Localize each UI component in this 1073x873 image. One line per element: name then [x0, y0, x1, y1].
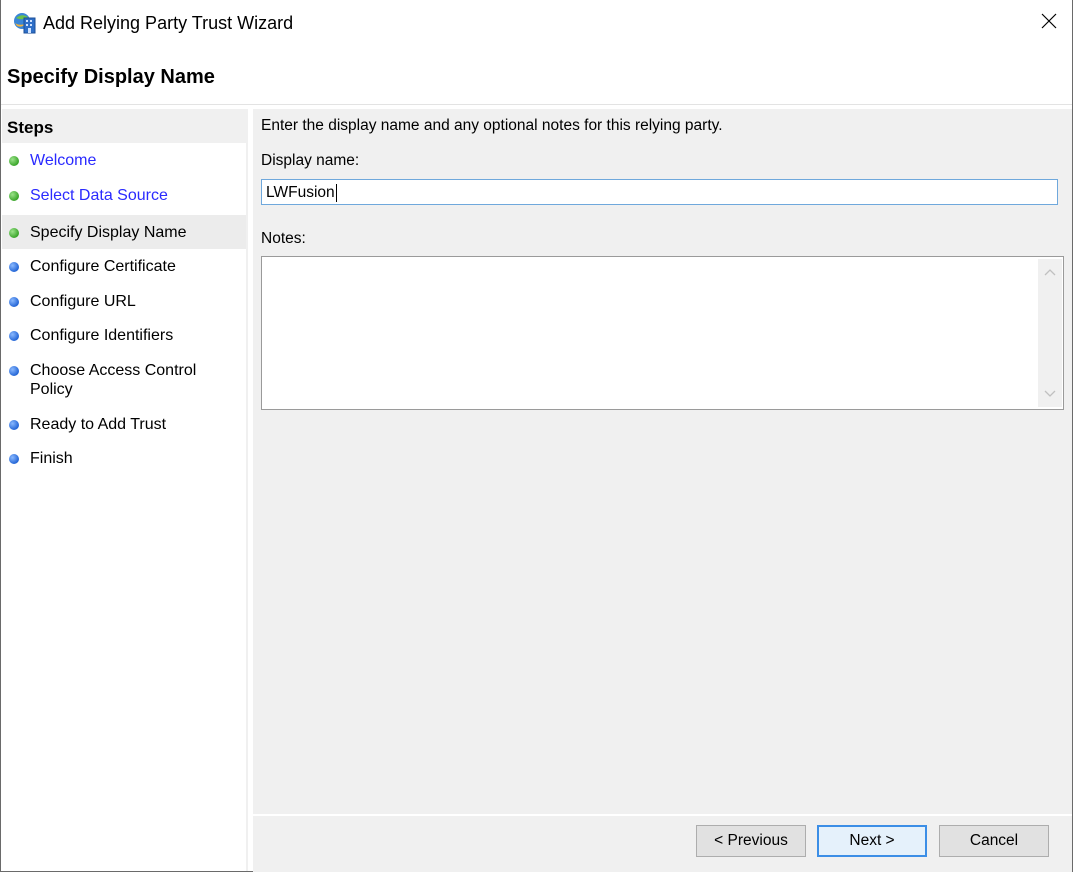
- wizard-footer: < Previous Next > Cancel: [253, 815, 1072, 872]
- step-pending-icon: [9, 262, 19, 272]
- steps-heading-label: Steps: [7, 118, 54, 137]
- step-completed-icon: [9, 191, 19, 201]
- step-pending-icon: [9, 454, 19, 464]
- adfs-wizard-icon: [13, 12, 37, 34]
- step-label: Configure URL: [30, 293, 136, 310]
- display-name-text: LWFusion: [266, 184, 335, 202]
- step-ready-to-add-trust: Ready to Add Trust: [2, 407, 246, 441]
- step-pending-icon: [9, 331, 19, 341]
- step-label: Ready to Add Trust: [30, 416, 167, 433]
- step-specify-display-name: Specify Display Name: [2, 215, 246, 249]
- step-configure-url: Configure URL: [2, 284, 246, 318]
- previous-button[interactable]: < Previous: [696, 825, 806, 857]
- step-pending-icon: [9, 297, 19, 307]
- instruction-text: Enter the display name and any optional …: [261, 117, 723, 134]
- title-bar: Add Relying Party Trust Wizard: [1, 0, 1072, 46]
- display-name-label: Display name:: [261, 152, 360, 169]
- steps-sidebar: Steps Welcome Select Data Source Specify…: [2, 109, 248, 871]
- step-label: Configure Certificate: [30, 258, 176, 275]
- notes-label: Notes:: [261, 230, 306, 247]
- close-icon: [1041, 13, 1057, 34]
- cancel-button[interactable]: Cancel: [939, 825, 1049, 857]
- step-completed-icon: [9, 156, 19, 166]
- step-label: Configure Identifiers: [30, 327, 174, 344]
- steps-heading: Steps: [2, 109, 246, 143]
- main-panel: Enter the display name and any optional …: [253, 109, 1072, 814]
- window-title: Add Relying Party Trust Wizard: [43, 13, 294, 33]
- step-label: Finish: [30, 450, 73, 467]
- display-name-value: LWFusion: [266, 184, 337, 202]
- chevron-up-icon: [1044, 263, 1056, 281]
- scroll-up-button[interactable]: [1038, 263, 1062, 281]
- step-configure-certificate: Configure Certificate: [2, 249, 246, 283]
- wizard-header: Specify Display Name: [1, 46, 1072, 105]
- close-button[interactable]: [1026, 0, 1072, 46]
- wizard-window: Add Relying Party Trust Wizard Specify D…: [0, 0, 1073, 872]
- step-pending-icon: [9, 420, 19, 430]
- text-caret: [335, 184, 337, 202]
- step-select-data-source[interactable]: Select Data Source: [2, 178, 246, 212]
- scroll-down-button[interactable]: [1038, 385, 1062, 403]
- chevron-down-icon: [1044, 385, 1056, 403]
- next-button[interactable]: Next >: [817, 825, 927, 857]
- step-configure-identifiers: Configure Identifiers: [2, 318, 246, 352]
- step-label: Select Data Source: [30, 187, 168, 204]
- display-name-input[interactable]: [261, 179, 1058, 205]
- notes-textarea[interactable]: [261, 256, 1064, 410]
- page-title: Specify Display Name: [7, 66, 215, 88]
- step-choose-access-control-policy: Choose Access Control Policy: [2, 353, 246, 403]
- step-pending-icon: [9, 366, 19, 376]
- step-label: Welcome: [30, 152, 97, 169]
- step-finish: Finish: [2, 441, 246, 475]
- step-label: Choose Access Control Policy: [30, 362, 197, 398]
- step-welcome[interactable]: Welcome: [2, 143, 246, 177]
- step-label: Specify Display Name: [30, 224, 187, 241]
- notes-scrollbar[interactable]: [1038, 259, 1062, 407]
- step-current-icon: [9, 228, 19, 238]
